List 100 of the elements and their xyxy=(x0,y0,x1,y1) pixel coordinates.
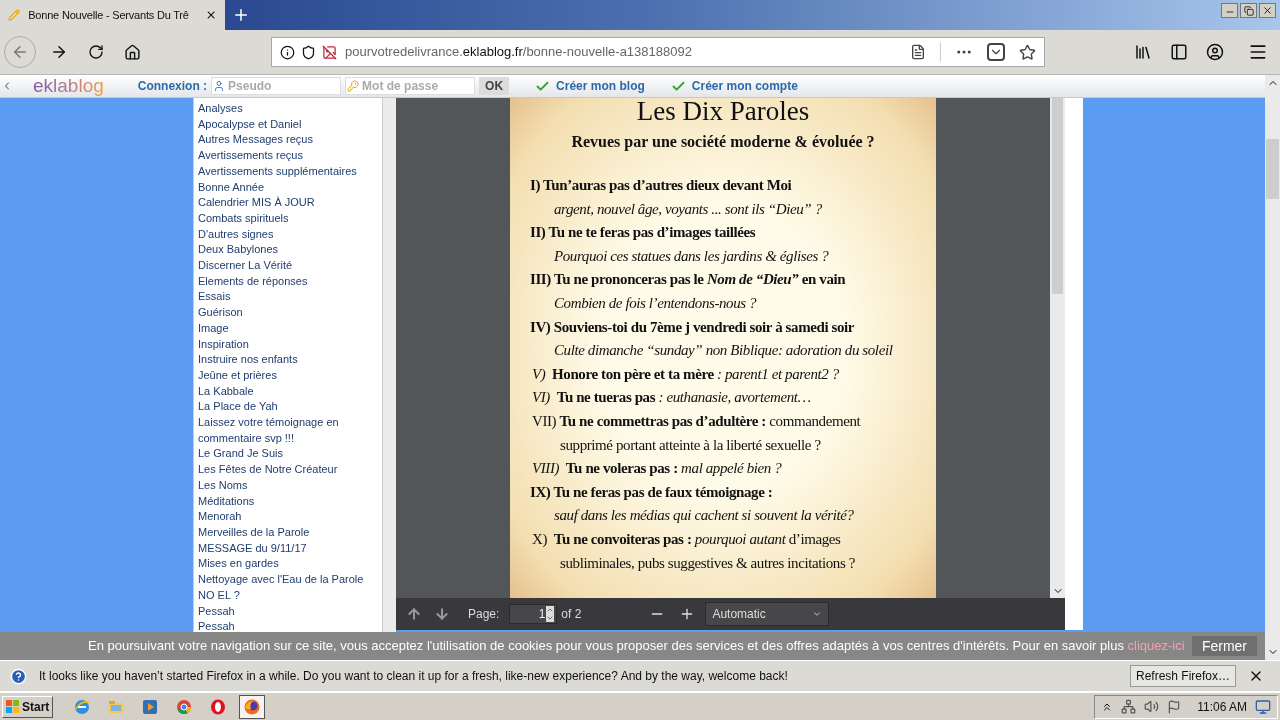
sidebar-link[interactable]: Méditations xyxy=(198,493,376,510)
sidebar-link[interactable]: Jeûne et prières xyxy=(198,367,376,384)
page-count: of 2 xyxy=(561,606,582,623)
sidebar-link[interactable]: Les Noms xyxy=(198,477,376,494)
minimize-button[interactable] xyxy=(1221,3,1238,18)
browser-ring-icon xyxy=(175,697,194,716)
forward-icon[interactable] xyxy=(50,43,68,61)
globe-e-icon xyxy=(73,697,92,716)
sidebar-link[interactable]: Menorah xyxy=(198,509,376,525)
sidebar-link[interactable]: Bonne Année xyxy=(198,179,376,196)
document-line: IV) Souviens-toi du 7ème j vendredi soir à samedi soir xyxy=(529,317,856,337)
document-title: Les Dix Paroles xyxy=(635,98,811,124)
document-line: II) Tu ne te feras pas d’images taillées xyxy=(529,223,757,243)
key-icon xyxy=(347,80,360,92)
scroll-thumb[interactable] xyxy=(1052,98,1063,294)
taskbar-app[interactable] xyxy=(239,694,266,719)
sidebar-link[interactable]: Les Fêtes de Notre Créateur xyxy=(198,462,376,478)
back-icon xyxy=(11,43,29,61)
menu-icon[interactable] xyxy=(1248,42,1268,62)
document-line: VII) Tu ne commettras pas d’adultère : commandement xyxy=(531,411,862,431)
page-number-field[interactable]: 1 xyxy=(509,604,558,624)
restore-button[interactable] xyxy=(1240,3,1257,18)
new-tab-icon[interactable] xyxy=(232,6,250,24)
password-field[interactable]: Mot de passe xyxy=(345,77,476,95)
sidebar-link[interactable]: Deux Babylones xyxy=(198,242,376,259)
browser-tab[interactable]: Bonne Nouvelle - Servants Du Trê xyxy=(0,0,225,30)
sidebar-link[interactable]: Image xyxy=(198,320,376,337)
speaker-icon[interactable] xyxy=(1144,699,1160,714)
sidebar-link[interactable]: Combats spirituels xyxy=(198,210,376,227)
restore-icon xyxy=(1243,5,1254,16)
sidebar-link[interactable]: Nettoyage avec l'Eau de la Parole xyxy=(198,572,376,588)
reader-view-icon[interactable] xyxy=(910,44,926,60)
sidebar-link[interactable]: Avertissements supplémentaires xyxy=(198,163,376,180)
sidebar-link[interactable]: Laissez votre témoignage en commentaire svp !!! xyxy=(198,415,376,447)
page-scrollbar[interactable] xyxy=(1265,75,1280,660)
network-icon[interactable] xyxy=(1121,699,1137,714)
close-button[interactable] xyxy=(1259,3,1276,18)
windows-flag-icon xyxy=(6,699,20,714)
sidebar-link[interactable]: D'autres signes xyxy=(198,226,376,243)
desktop-icon[interactable] xyxy=(1255,698,1271,715)
sidebar-link[interactable]: Autres Messages reçus xyxy=(198,132,376,149)
home-icon[interactable] xyxy=(124,43,141,61)
sidebar-link[interactable]: Pessah xyxy=(198,619,376,635)
document-line: Culte dimanche “sunday” non Biblique: adoration du soleil xyxy=(553,341,894,361)
document-line: VI) Tu ne tueras pas : euthanasie, avortement… xyxy=(531,388,812,408)
pencil-icon xyxy=(8,8,21,22)
library-icon[interactable] xyxy=(1134,43,1152,61)
user-icon xyxy=(213,80,226,92)
sidebar-link[interactable]: Avertissements reçus xyxy=(198,148,376,164)
next-page-icon[interactable] xyxy=(434,606,450,622)
flag-icon[interactable] xyxy=(1167,699,1182,714)
document-line: supprimé portant atteinte à la liberté sexuelle ? xyxy=(559,435,822,455)
document-line: argent, nouvel âge, voyants ... sont ils “Dieu” ? xyxy=(553,199,823,219)
sidebar-link[interactable]: Merveilles de la Parole xyxy=(198,525,376,541)
star-icon[interactable] xyxy=(1019,43,1036,61)
spin-down-icon[interactable] xyxy=(546,614,555,622)
sidebar-link[interactable]: La Place de Yah xyxy=(198,399,376,416)
sidebar-link[interactable]: Elements de réponses xyxy=(198,273,376,290)
refresh-button[interactable]: Refresh Firefox… xyxy=(1129,665,1236,687)
sidebar-link[interactable]: La Kabbale xyxy=(198,383,376,400)
ok-button[interactable]: OK xyxy=(479,77,510,95)
document-subtitle: Revues par une société moderne & évoluée ? xyxy=(570,132,876,153)
sidebar-link[interactable]: NO EL ? xyxy=(198,587,376,604)
sidebar-link[interactable]: Guérison xyxy=(198,305,376,321)
sidebar-link[interactable]: Apocalypse et Daniel xyxy=(198,116,376,133)
sidebar-link[interactable]: Essais xyxy=(198,289,376,306)
previous-page-icon[interactable] xyxy=(406,606,422,622)
sidebar-link[interactable]: Le Grand Je Suis xyxy=(198,446,376,463)
pseudo-field[interactable]: Pseudo xyxy=(211,77,342,95)
start-button[interactable]: Start xyxy=(2,695,54,718)
o-ring-icon xyxy=(209,697,228,716)
close-banner-button[interactable]: Fermer xyxy=(1191,636,1257,656)
play-icon xyxy=(141,697,160,716)
spin-up-icon[interactable] xyxy=(546,606,555,614)
zoom-select[interactable]: Automatic xyxy=(705,602,830,626)
clock: 11:06 AM xyxy=(1197,698,1247,716)
url-field[interactable]: pourvotredelivrance.eklablog.fr/bonne-nouvelle-a138188092 xyxy=(271,37,1045,67)
toolbar-link[interactable]: Créer mon blog xyxy=(556,77,645,95)
sidebar-link[interactable]: Calendrier MIS À JOUR xyxy=(198,195,376,211)
sidebar-link[interactable]: MESSAGE du 9/11/17 xyxy=(198,540,376,557)
login-label: Connexion : xyxy=(137,78,208,95)
sidebar-link[interactable]: Mises en gardes xyxy=(198,556,376,573)
document-scrollbar[interactable] xyxy=(1050,98,1065,598)
sidebar-link[interactable]: Instruire nos enfants xyxy=(198,352,376,368)
sidebar-link[interactable]: Discerner La Vérité xyxy=(198,258,376,274)
toolbar-link[interactable]: Créer mon compte xyxy=(691,77,798,95)
page-label: Page: xyxy=(468,606,500,623)
fox-globe-icon xyxy=(243,697,262,716)
sidebar-link[interactable]: Analyses xyxy=(198,101,376,117)
account-icon[interactable] xyxy=(1206,43,1224,61)
document-line: subliminales, pubs suggestives & autres incitations ? xyxy=(559,553,856,573)
sidebar-link[interactable]: Pessah xyxy=(198,603,376,620)
crossed-image-icon xyxy=(322,44,337,60)
scroll-thumb[interactable] xyxy=(1266,139,1279,199)
url-text: pourvotredelivrance.eklablog.fr/bonne-nouvelle-a138188092 xyxy=(345,43,692,62)
document-line: V) Honore ton père et ta mère : parent1 et parent2 ? xyxy=(531,364,840,384)
info-icon xyxy=(280,44,295,60)
reload-icon[interactable] xyxy=(88,44,104,60)
sidebar-icon[interactable] xyxy=(1170,43,1188,61)
sidebar-link[interactable]: Inspiration xyxy=(198,336,376,353)
